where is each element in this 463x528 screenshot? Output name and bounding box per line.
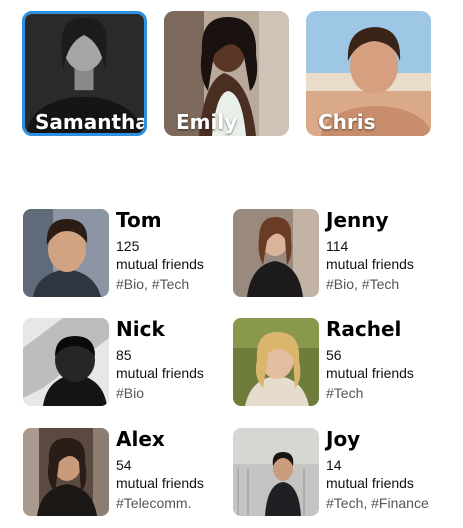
friend-tags: #Bio, #Tech [326,276,400,292]
friend-item-alex[interactable]: Alex 54 mutual friends #Telecomm. [23,427,248,520]
mutual-label: mutual friends [326,256,414,272]
friend-avatar [23,428,109,516]
story-name: Samantha [35,110,147,134]
mutual-label: mutual friends [326,475,414,491]
mutual-label: mutual friends [116,365,204,381]
story-card-emily[interactable]: Emily [164,11,289,136]
friend-tags: #Tech, #Finance [326,495,429,511]
friend-name: Joy [326,427,361,451]
mutual-count: 114 [326,238,349,254]
friend-avatar [233,209,319,297]
story-name: Chris [318,110,376,134]
friend-tags: #Telecomm. [116,495,192,511]
friend-tags: #Tech [326,385,364,401]
friend-item-nick[interactable]: Nick 85 mutual friends #Bio [23,317,248,410]
friend-tags: #Bio, #Tech [116,276,190,292]
mutual-count: 125 [116,238,140,254]
mutual-count: 85 [116,347,132,363]
story-card-samantha[interactable]: Samantha [22,11,147,136]
friend-name: Nick [116,317,165,341]
friend-name: Jenny [326,208,389,232]
mutual-label: mutual friends [116,475,204,491]
friend-item-jenny[interactable]: Jenny 114 mutual friends #Bio, #Tech [233,208,458,301]
mutual-count: 56 [326,347,342,363]
friend-name: Rachel [326,317,402,341]
mutual-label: mutual friends [326,365,414,381]
mutual-count: 14 [326,457,342,473]
story-name: Emily [176,110,238,134]
friend-avatar [233,318,319,406]
friend-name: Tom [116,208,162,232]
mutual-label: mutual friends [116,256,204,272]
story-card-chris[interactable]: Chris [306,11,431,136]
friend-item-tom[interactable]: Tom 125 mutual friends #Bio, #Tech [23,208,248,301]
friend-avatar [233,428,319,516]
friend-avatar [23,318,109,406]
friend-item-rachel[interactable]: Rachel 56 mutual friends #Tech [233,317,458,410]
friend-item-joy[interactable]: Joy 14 mutual friends #Tech, #Finance [233,427,458,520]
friend-tags: #Bio [116,385,145,401]
mutual-count: 54 [116,457,132,473]
friend-avatar [23,209,109,297]
friend-name: Alex [116,427,165,451]
